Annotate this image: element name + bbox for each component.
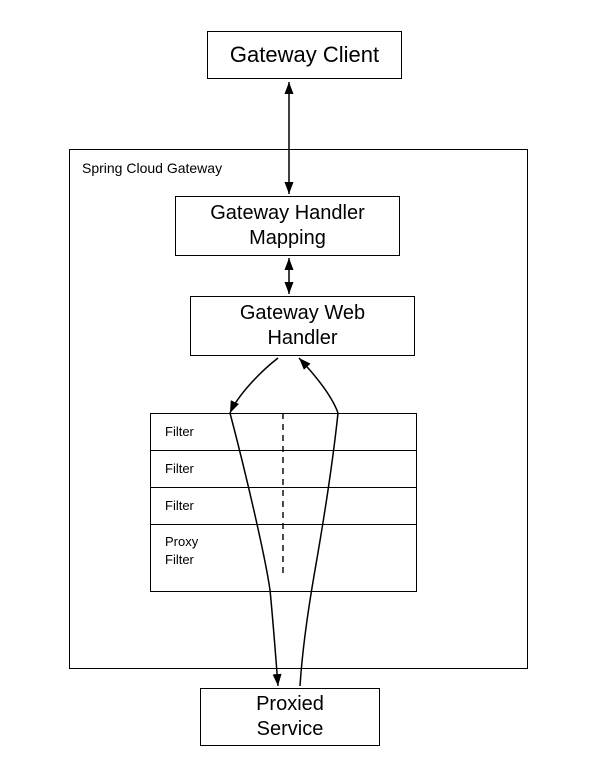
filter-label: Filter <box>165 461 194 476</box>
filter-row: Filter <box>151 451 416 488</box>
gateway-web-handler-box: Gateway Web Handler <box>190 296 415 356</box>
filter-row: Filter <box>151 488 416 525</box>
proxied-line2: Service <box>257 718 324 740</box>
container-label: Spring Cloud Gateway <box>82 160 222 176</box>
filter-label: Filter <box>165 498 194 513</box>
filter-stack: Filter Filter Filter Proxy Filter <box>150 413 417 592</box>
filter-row: Filter <box>151 414 416 451</box>
gateway-client-box: Gateway Client <box>207 31 402 79</box>
web-handler-line2: Handler <box>267 327 337 349</box>
proxy-filter-label: Proxy Filter <box>165 534 198 567</box>
web-handler-line1: Gateway Web <box>240 302 365 324</box>
gateway-handler-mapping-box: Gateway Handler Mapping <box>175 196 400 256</box>
gateway-client-label: Gateway Client <box>230 41 379 69</box>
filter-label: Filter <box>165 424 194 439</box>
handler-mapping-line1: Gateway Handler <box>210 202 365 224</box>
proxied-line1: Proxied <box>256 693 324 715</box>
proxied-service-box: Proxied Service <box>200 688 380 746</box>
filter-row: Proxy Filter <box>151 525 416 591</box>
handler-mapping-line2: Mapping <box>249 227 326 249</box>
